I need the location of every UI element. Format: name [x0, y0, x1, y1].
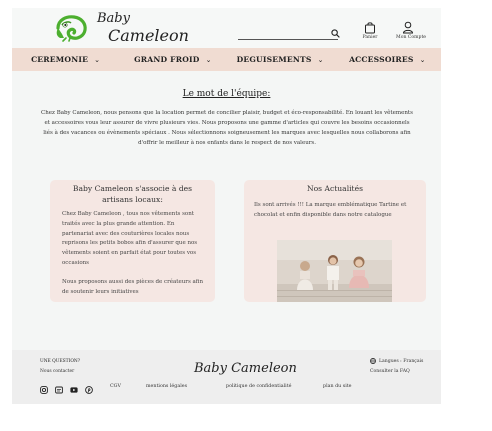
language-label: Langues : Français — [379, 358, 424, 364]
footer-link-sitemap[interactable]: plan du site — [323, 384, 352, 389]
cart-label: Panier — [362, 35, 378, 40]
footer-link-privacy[interactable]: politique de confidentialité — [226, 384, 291, 389]
cart-button[interactable]: Panier — [358, 21, 382, 40]
social-links — [40, 379, 93, 394]
footer-question: UNE QUESTION? — [40, 359, 81, 364]
search-input[interactable] — [238, 39, 338, 40]
chevron-down-icon: ⌄ — [205, 55, 212, 64]
site-logo[interactable]: Baby Cameleon — [52, 10, 192, 46]
account-button[interactable]: Mon Compte — [396, 21, 427, 40]
intro-title: Le mot de l'équipe: — [182, 89, 271, 99]
chevron-down-icon: ⌄ — [317, 55, 324, 64]
artisans-card-title: Baby Cameleon s'associe à des artisans l… — [72, 184, 193, 204]
site-footer: UNE QUESTION? Nous contacter Baby Camele… — [12, 350, 441, 404]
language-selector[interactable]: Langues : Français — [370, 358, 423, 364]
globe-icon — [370, 358, 376, 364]
nav-item-grand-froid[interactable]: GRAND FROID ⌄ — [119, 48, 226, 71]
account-label: Mon Compte — [396, 35, 427, 40]
message-icon[interactable] — [55, 379, 63, 394]
faq-link[interactable]: Consulter la FAQ — [370, 369, 410, 374]
chevron-down-icon: ⌄ — [94, 55, 101, 64]
page: Baby Cameleon Panier Mon Compte CEREMONI… — [12, 8, 441, 404]
bag-icon — [365, 22, 375, 34]
footer-logo[interactable]: Baby Cameleon — [194, 361, 297, 376]
news-card: Nos Actualités Ils sont arrivés !!! La m… — [244, 180, 426, 302]
youtube-icon[interactable] — [70, 379, 78, 393]
news-card-title: Nos Actualités — [306, 184, 364, 193]
nav-item-deguisements[interactable]: DEGUISEMENTS ⌄ — [227, 48, 334, 71]
logo-text-line2: Cameleon — [108, 26, 189, 45]
artisans-card-text: Chez Baby Cameleon , tous nos vêtements … — [62, 210, 203, 297]
site-header: Baby Cameleon Panier Mon Compte — [12, 8, 441, 48]
children-photo — [277, 240, 392, 302]
nav-item-accessoires[interactable]: ACCESSOIRES ⌄ — [334, 48, 441, 71]
chameleon-logo-icon — [56, 15, 87, 42]
pinterest-icon[interactable] — [85, 379, 93, 394]
artisans-paragraph-1: Chez Baby Cameleon , tous nos vêtements … — [62, 211, 198, 266]
nav-item-label: CEREMONIE — [31, 55, 89, 64]
search-icon[interactable] — [331, 29, 340, 38]
contact-link[interactable]: Nous contacter — [40, 369, 74, 374]
instagram-icon[interactable] — [40, 379, 48, 394]
logo-text-line1: Baby — [97, 11, 130, 26]
user-icon — [402, 21, 414, 34]
news-photo[interactable] — [277, 240, 392, 302]
nav-item-ceremonie[interactable]: CEREMONIE ⌄ — [12, 48, 119, 71]
nav-item-label: GRAND FROID — [134, 55, 200, 64]
intro-text: Chez Baby Cameleon, nous pensons que la … — [41, 110, 413, 146]
artisans-paragraph-2: Nous proposons aussi des pièces de créat… — [62, 278, 204, 295]
footer-link-mentions[interactable]: mentions légales — [146, 384, 187, 389]
footer-link-cgv[interactable]: CGV — [110, 384, 121, 389]
chevron-down-icon: ⌄ — [419, 55, 426, 64]
nav-item-label: ACCESSOIRES — [349, 55, 414, 64]
artisans-card: Baby Cameleon s'associe à des artisans l… — [50, 180, 215, 302]
nav-item-label: DEGUISEMENTS — [236, 55, 312, 64]
main-nav: CEREMONIE ⌄ GRAND FROID ⌄ DEGUISEMENTS ⌄… — [12, 48, 441, 71]
news-card-text: Ils sont arrivés !!! La marque emblémati… — [254, 202, 407, 218]
